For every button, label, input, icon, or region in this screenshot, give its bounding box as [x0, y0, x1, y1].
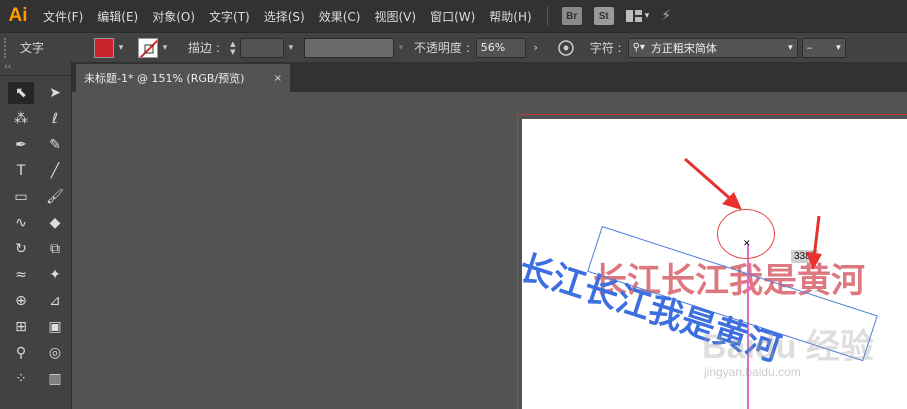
canvas-area[interactable]: 长江长江我是黄河 长江长江我是黄河 ✕ 338° Baidu 经验 jingya…	[72, 92, 907, 409]
font-family-select[interactable]: ⚲▾ 方正粗宋简体 ▾	[627, 37, 798, 58]
menu-item-5[interactable]: 效果(C)	[312, 8, 368, 25]
width-tool-icon[interactable]: ≈	[8, 264, 34, 286]
puppet-warp-tool-icon[interactable]: ✦	[42, 264, 68, 286]
chevron-down-icon: ▾	[836, 42, 841, 53]
opacity-label: 不透明度 :	[413, 41, 470, 55]
fill-dropdown-arrow[interactable]: ▾	[114, 38, 128, 58]
character-label: 字符 :	[589, 41, 622, 55]
recolor-artwork-icon[interactable]	[556, 38, 576, 58]
paintbrush-tool-icon[interactable]: 🖌	[42, 186, 68, 208]
menu-item-2[interactable]: 对象(O)	[145, 8, 202, 25]
close-icon[interactable]: ×	[274, 73, 282, 84]
gpu-performance-icon[interactable]: ⚡	[661, 8, 671, 24]
stock-icon[interactable]: St	[593, 7, 614, 25]
eraser-tool-icon[interactable]: ◆	[42, 212, 68, 234]
eyedropper-tool-icon[interactable]: ⚲	[8, 342, 34, 364]
opacity-flyout-button[interactable]: ›	[526, 38, 546, 58]
gradient-tool-icon[interactable]: ▣	[42, 316, 68, 338]
document-tab-bar: 未标题-1* @ 151% (RGB/预览) ×	[72, 62, 907, 92]
font-family-value: 方正粗宋简体	[650, 41, 717, 55]
stroke-color-swatch[interactable]	[138, 37, 159, 58]
workspace-layout-icon[interactable]: ▾	[625, 10, 649, 22]
app-logo: Ai	[8, 5, 28, 26]
annotation-arrow-right-head	[806, 252, 822, 270]
shaper-tool-icon[interactable]: ∿	[8, 212, 34, 234]
font-style-select[interactable]: – ▾	[801, 37, 846, 58]
menu-item-8[interactable]: 帮助(H)	[482, 8, 538, 25]
fill-color-swatch[interactable]	[94, 37, 115, 58]
tools-collapse-toggle[interactable]: ‹‹	[0, 62, 71, 76]
stroke-dropdown-arrow[interactable]: ▾	[158, 38, 172, 58]
type-tool-icon[interactable]: T	[8, 160, 34, 182]
document-tab-title: 未标题-1* @ 151% (RGB/预览)	[84, 72, 245, 85]
symbol-sprayer-tool-icon[interactable]: ⁘	[8, 368, 34, 390]
font-style-value: –	[806, 41, 813, 54]
lasso-tool-icon[interactable]: ℓ	[42, 108, 68, 130]
document-tab[interactable]: 未标题-1* @ 151% (RGB/预览) ×	[76, 64, 290, 92]
curvature-tool-icon[interactable]: ✎	[42, 134, 68, 156]
control-bar: 文字 ▾ ▾ 描边 : ▲ ▼ ▾ ▾ 不透明度 : 56% › 字符 : ⚲▾ …	[0, 32, 907, 62]
tools-panel: ‹‹ ⬉ ➤ ⁂ ℓ ✒ ✎ T ╱ ▭ 🖌 ∿ ◆ ↻ ⧉ ≈ ✦ ⊕ ⊿ ⊞ ▣ ⚲ ◎ ⁘ ▥	[0, 62, 72, 409]
annotation-arrow-left	[684, 157, 735, 204]
rotate-tool-icon[interactable]: ↻	[8, 238, 34, 260]
scale-tool-icon[interactable]: ⧉	[42, 238, 68, 260]
menu-bar: Ai 文件(F) 编辑(E) 对象(O) 文字(T) 选择(S) 效果(C) 视图(V) 窗口…	[0, 0, 907, 32]
stroke-label: 描边 :	[188, 41, 220, 55]
stroke-weight-stepper[interactable]: ▲ ▼	[226, 38, 240, 58]
menu-item-7[interactable]: 窗口(W)	[423, 8, 482, 25]
column-graph-tool-icon[interactable]: ▥	[42, 368, 68, 390]
profile-dropdown[interactable]: ▾	[394, 38, 408, 58]
font-search-icon: ⚲▾	[632, 42, 645, 53]
panel-grip[interactable]	[4, 37, 10, 58]
chevron-down-icon: ▾	[788, 42, 793, 53]
annotation-arrows	[684, 157, 822, 270]
tool-name-label: 文字	[20, 41, 45, 55]
magic-wand-tool-icon[interactable]: ⁂	[8, 108, 34, 130]
opacity-input[interactable]: 56%	[475, 37, 526, 58]
perspective-grid-tool-icon[interactable]: ⊿	[42, 290, 68, 312]
bridge-icon[interactable]: Br	[561, 7, 582, 25]
line-tool-icon[interactable]: ╱	[42, 160, 68, 182]
blend-tool-icon[interactable]: ◎	[42, 342, 68, 364]
stroke-weight-input[interactable]	[239, 37, 284, 58]
selection-tool-icon[interactable]: ⬉	[8, 82, 34, 104]
mesh-tool-icon[interactable]: ⊞	[8, 316, 34, 338]
shape-builder-tool-icon[interactable]: ⊕	[8, 290, 34, 312]
menu-item-4[interactable]: 选择(S)	[257, 8, 312, 25]
direct-selection-tool-icon[interactable]: ➤	[42, 82, 68, 104]
menu-item-3[interactable]: 文字(T)	[202, 8, 257, 25]
menu-item-1[interactable]: 编辑(E)	[90, 8, 145, 25]
variable-width-profile[interactable]	[303, 37, 394, 58]
menu-item-6[interactable]: 视图(V)	[367, 8, 423, 25]
pen-tool-icon[interactable]: ✒	[8, 134, 34, 156]
menu-separator	[546, 6, 548, 26]
annotation-arrow-right	[812, 215, 821, 259]
menu-item-0[interactable]: 文件(F)	[36, 8, 90, 25]
stroke-weight-dropdown[interactable]: ▾	[284, 38, 298, 58]
rectangle-tool-icon[interactable]: ▭	[8, 186, 34, 208]
